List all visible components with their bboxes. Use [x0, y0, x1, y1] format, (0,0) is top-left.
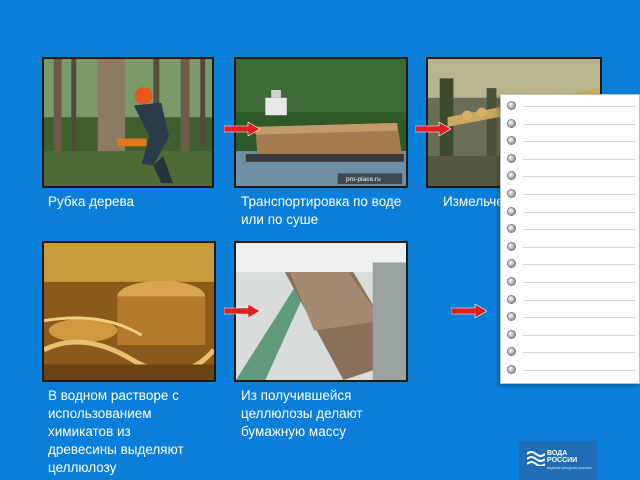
notepad-ring — [507, 224, 516, 234]
spiral-notepad-icon — [500, 94, 640, 384]
logo-tagline: водные ресурсы россии — [547, 465, 592, 470]
notepad-ring — [507, 365, 516, 374]
notepad-rule-line — [523, 264, 635, 266]
notepad-rule-line — [523, 158, 635, 160]
red-arrow-right-icon — [224, 304, 260, 318]
notepad-ring — [507, 329, 516, 339]
logo-line-2: РОССИИ — [547, 457, 578, 464]
notepad-rule-line — [523, 106, 635, 107]
notepad-ring — [507, 259, 516, 269]
notepad-ring — [507, 189, 516, 198]
notepad-rule-line — [523, 299, 635, 301]
notepad-rule-line — [523, 176, 635, 178]
photo-chemical-processing — [42, 241, 216, 382]
caption-step-5: Из получившейся целлюлозы делают бумажну… — [241, 388, 363, 439]
notepad-ring — [507, 101, 516, 110]
notepad-rule-line — [523, 334, 635, 336]
notepad-ring — [507, 206, 516, 216]
caption-step-2: Транспортировка по воде или по суше — [241, 194, 402, 227]
notepad-ring — [507, 347, 516, 357]
notepad-rule-line — [523, 123, 635, 125]
notepad-rule-line — [523, 141, 635, 143]
notepad-ring — [507, 294, 516, 304]
notepad-ring — [507, 171, 516, 181]
waves-logo-icon — [527, 451, 545, 466]
notepad-rule-line — [523, 282, 635, 283]
red-arrow-right-icon — [415, 122, 451, 136]
notepad-rule-line — [523, 194, 635, 195]
notepad-ring — [507, 312, 516, 322]
photo-paper-machine — [234, 241, 408, 382]
watermark-text: pro-place.ru — [346, 176, 381, 183]
caption-step-4: В водном растворе с использованием химик… — [48, 388, 184, 475]
photo-tree-felling — [42, 57, 214, 188]
red-arrow-right-icon — [451, 304, 487, 318]
notepad-rule-line — [523, 229, 635, 231]
notepad-rule-line — [523, 370, 635, 371]
notepad-rule-line — [523, 317, 635, 319]
red-arrow-right-icon — [224, 122, 260, 136]
caption-step-1: Рубка дерева — [48, 194, 135, 209]
notepad-ring — [507, 118, 516, 128]
notepad-rule-line — [523, 352, 635, 354]
notepad-ring — [507, 241, 516, 251]
notepad-rule-line — [523, 246, 635, 248]
notepad-ring — [507, 153, 516, 163]
logo-water-of-russia: ВОДА РОССИИ водные ресурсы россии — [519, 441, 597, 480]
notepad-ring — [507, 136, 516, 146]
notepad-rule-line — [523, 211, 635, 213]
photo-log-transport: pro-place.ru — [234, 57, 408, 188]
notepad-ring — [507, 277, 516, 286]
